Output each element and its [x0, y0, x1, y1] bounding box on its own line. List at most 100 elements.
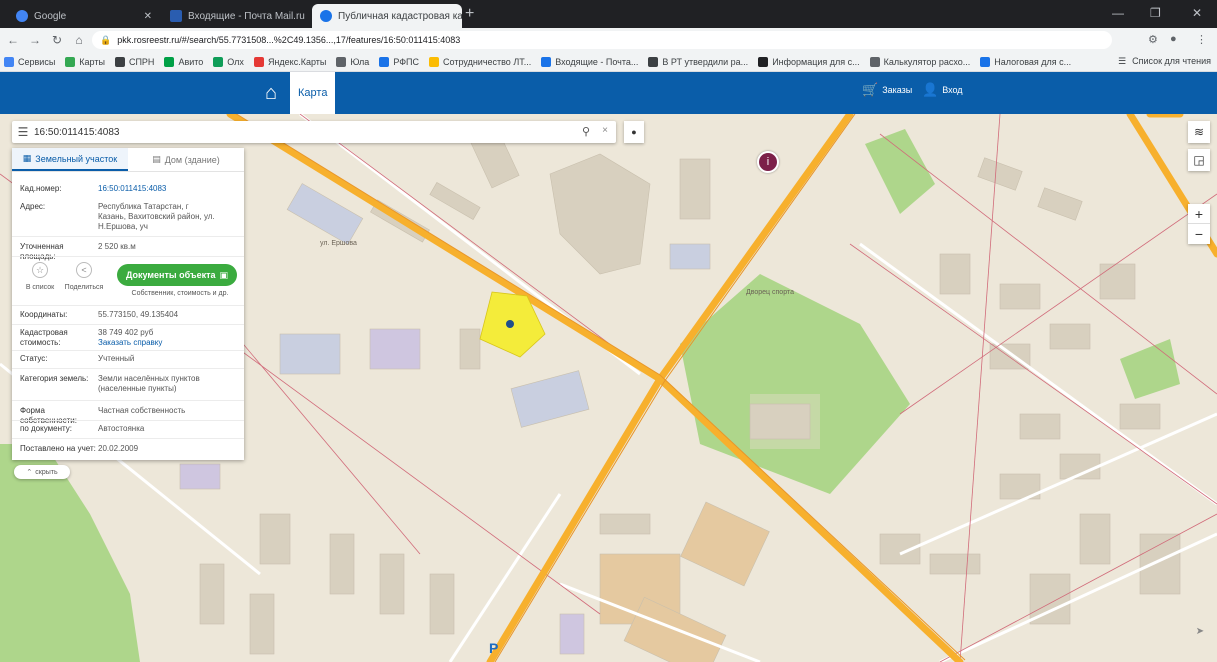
bookmark-item[interactable]: Олх — [213, 56, 244, 67]
collapse-panel-button[interactable]: ⌃ скрыть — [14, 465, 70, 479]
extensions-icon[interactable]: ⚙ — [1148, 33, 1158, 46]
bookmark-item[interactable]: СПРН — [114, 56, 154, 67]
tab-mail[interactable]: Входящие - Почта Mail.ru ✕ — [162, 4, 310, 28]
parcel-marker-dot — [506, 320, 514, 328]
bookmark-item[interactable]: Сервисы — [4, 56, 55, 67]
bookmark-item[interactable]: Входящие - Почта... — [541, 56, 638, 67]
order-documents-button[interactable]: Документы объекта ▣ — [117, 264, 237, 286]
bookmark-item[interactable]: Авито — [164, 56, 203, 67]
avito-icon — [164, 56, 175, 67]
cart-icon: 🛒 — [862, 82, 879, 97]
orders-button[interactable]: 🛒 Заказы — [862, 82, 912, 98]
zoom-out-button[interactable]: − — [1188, 224, 1210, 244]
menu-icon[interactable]: ☰ — [12, 125, 34, 139]
layers-button[interactable]: ≋ — [1188, 121, 1210, 143]
browser-chrome: Google ✕ Входящие - Почта Mail.ru ✕ Публ… — [0, 0, 1217, 72]
reading-list[interactable]: ☰ Список для чтения — [1118, 56, 1211, 67]
bookmark-item[interactable]: Яндекс.Карты — [253, 56, 326, 67]
bookmark-item[interactable]: Юла — [336, 56, 369, 67]
close-window-icon[interactable]: ✕ — [1192, 6, 1202, 20]
mail-icon — [541, 56, 552, 67]
locate-icon[interactable]: ➤ — [1192, 626, 1208, 642]
add-to-list-button[interactable]: ☆ В список — [20, 260, 60, 291]
home-icon[interactable]: ⌂ — [70, 33, 88, 47]
tab-strip: Google ✕ Входящие - Почта Mail.ru ✕ Публ… — [0, 0, 1217, 28]
reading-list-icon: ☰ — [1118, 56, 1127, 66]
tab-land-plot[interactable]: ▦ Земельный участок — [12, 148, 128, 171]
search-bar: ☰ ⚲ × — [12, 121, 616, 143]
search-icon[interactable]: ⚲ — [582, 125, 590, 138]
divider — [12, 256, 244, 257]
home-icon[interactable]: ⌂ — [258, 80, 284, 106]
globe-favicon-icon — [320, 10, 332, 22]
parking-icon[interactable]: P — [489, 640, 498, 656]
bookmark-icon — [429, 56, 440, 67]
lock-icon: 🔒 — [100, 34, 112, 45]
bookmark-item[interactable]: В РТ утвердили ра... — [648, 56, 748, 67]
basemap-button[interactable]: ◲ — [1188, 149, 1210, 171]
bookmark-icon — [980, 56, 991, 67]
bookmark-icon — [758, 56, 769, 67]
bookmark-icon — [648, 56, 659, 67]
star-icon: ☆ — [32, 262, 48, 278]
zoom-controls: + − — [1188, 204, 1210, 244]
site-header: ⌂ — [0, 72, 1217, 114]
poi-marker[interactable]: i — [757, 151, 779, 173]
info-row: Координаты: 55.773150, 49.135404 — [20, 310, 179, 319]
new-tab-button[interactable]: + — [465, 6, 474, 22]
bookmark-icon — [869, 56, 880, 67]
profile-icon[interactable]: ● — [1170, 33, 1177, 45]
info-row: Поставлено на учет: 20.02.2009 — [20, 444, 139, 453]
search-input[interactable] — [34, 126, 554, 138]
bookmark-item[interactable]: Калькулятор расхо... — [869, 56, 970, 67]
back-icon[interactable]: ← — [4, 33, 22, 47]
bookmark-item[interactable]: РФПС — [379, 56, 419, 67]
share-button[interactable]: < Поделиться — [64, 260, 104, 291]
tab-building[interactable]: ▤ Дом (здание) — [128, 148, 244, 171]
bookmark-item[interactable]: Карты — [65, 56, 105, 67]
maximize-icon[interactable]: ❐ — [1150, 6, 1161, 20]
tab-title: Публичная кадастровая карта — [338, 10, 462, 22]
info-row: Форма собственности: Частная собственнос… — [20, 406, 186, 425]
info-row: Уточненная площадь: 2 520 кв.м — [20, 242, 136, 261]
menu-dots-icon[interactable]: ⋮ — [1196, 33, 1207, 46]
olx-icon — [213, 56, 224, 67]
bookmarks-bar: Сервисы Карты СПРН Авито Олх Яндекс.Карт… — [0, 52, 1217, 72]
close-icon[interactable]: ✕ — [144, 11, 152, 22]
cadastral-number-link[interactable]: 16:50:011415:4083 — [98, 184, 166, 194]
divider — [12, 368, 244, 369]
share-icon: < — [76, 262, 92, 278]
globe-icon — [114, 56, 125, 67]
address-bar[interactable]: 🔒 pkk.rosreestr.ru/#/search/55.7731508..… — [92, 31, 1112, 49]
login-button[interactable]: 👤 Вход — [922, 82, 963, 98]
bookmark-item[interactable]: Информация для с... — [758, 56, 860, 67]
forward-icon[interactable]: → — [26, 33, 44, 47]
minimize-icon[interactable]: — — [1112, 6, 1124, 20]
divider — [12, 350, 244, 351]
bookmark-item[interactable]: Налоговая для с... — [980, 56, 1071, 67]
info-row: Категория земель: Земли населённых пункт… — [20, 374, 200, 393]
info-row: Кадастровая стоимость: 38 749 402 руб За… — [20, 328, 163, 347]
maps-icon — [65, 56, 76, 67]
park-area — [865, 129, 935, 214]
info-row: по документу: Автостоянка — [20, 424, 145, 433]
zoom-in-button[interactable]: + — [1188, 204, 1210, 224]
tab-cadastral-map[interactable]: Публичная кадастровая карта ✕ — [312, 4, 462, 28]
tab-google[interactable]: Google ✕ — [8, 4, 160, 28]
layers-icon: ≋ — [1193, 125, 1205, 139]
map-tab[interactable]: Карта — [290, 72, 336, 114]
tab-title: Google — [34, 10, 67, 22]
poi-label: Дворец спорта — [746, 289, 794, 296]
url-text: pkk.rosreestr.ru/#/search/55.7731508...%… — [117, 35, 461, 45]
order-certificate-link[interactable]: Заказать справку — [98, 338, 162, 347]
bookmark-item[interactable]: Сотрудничество ЛТ... — [429, 56, 531, 67]
apps-icon — [4, 56, 14, 67]
order-subtitle: Собственник, стоимость и др. — [131, 290, 229, 297]
browser-toolbar: ← → ↻ ⌂ 🔒 pkk.rosreestr.ru/#/search/55.7… — [0, 28, 1217, 52]
park-area — [1120, 339, 1180, 399]
info-row: Статус: Учтенный — [20, 354, 135, 363]
clear-search-button[interactable]: × — [602, 125, 608, 136]
reload-icon[interactable]: ↻ — [48, 33, 66, 47]
info-row: Адрес: Республика Татарстан, г Казань, В… — [20, 202, 215, 231]
pin-icon[interactable]: ● — [624, 121, 644, 143]
